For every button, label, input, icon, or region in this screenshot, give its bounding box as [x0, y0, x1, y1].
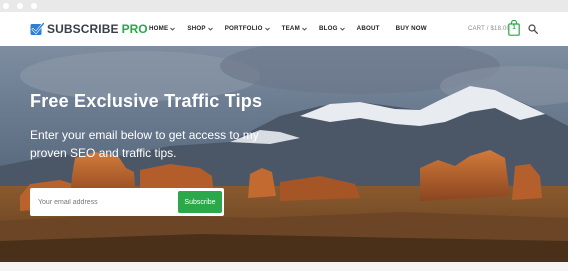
nav-item-label: TEAM	[281, 25, 300, 32]
nav-item-home[interactable]: HOME	[149, 25, 176, 32]
brand-name: SUBSCRIBE	[47, 22, 119, 36]
window-dot	[3, 3, 9, 9]
subscribe-form: Subscribe	[30, 188, 224, 216]
checkbox-icon	[30, 22, 44, 35]
nav-item-label: PORTFOLIO	[224, 25, 263, 32]
main-nav: HOME SHOP PORTFOLIO TEAM BLOG ABOUT BUY …	[149, 25, 439, 32]
nav-item-portfolio[interactable]: PORTFOLIO	[225, 25, 270, 32]
nav-item-shop[interactable]: SHOP	[187, 25, 213, 32]
brand-suffix: PRO	[121, 22, 148, 36]
window-dot	[17, 3, 23, 9]
subscribe-button[interactable]: Subscribe	[178, 191, 222, 213]
nav-item-label: SHOP	[187, 25, 206, 32]
chevron-down-icon	[207, 27, 213, 31]
browser-chrome	[0, 0, 568, 12]
chevron-down-icon	[170, 27, 176, 31]
chevron-down-icon	[302, 27, 307, 31]
email-field[interactable]	[30, 188, 176, 216]
nav-item-label: ABOUT	[356, 25, 380, 32]
nav-item-blog[interactable]: BLOG	[319, 25, 345, 32]
nav-item-team[interactable]: TEAM	[282, 25, 307, 32]
chevron-down-icon	[264, 27, 270, 31]
cart-count-badge: 1	[512, 25, 516, 31]
hero-subtitle: Enter your email below to get access to …	[30, 128, 259, 160]
search-icon[interactable]	[528, 24, 538, 34]
site-logo[interactable]: SUBSCRIBE PRO	[30, 21, 148, 37]
chevron-down-icon	[339, 27, 345, 31]
nav-item-buy-now[interactable]: BUY NOW	[396, 25, 427, 32]
site-header: SUBSCRIBE PRO HOME SHOP PORTFOLIO TEAM B…	[0, 12, 568, 46]
nav-item-about[interactable]: ABOUT	[357, 25, 380, 32]
cart-link[interactable]: CART / $18.00	[468, 26, 510, 32]
nav-item-label: BLOG	[318, 25, 338, 32]
nav-item-label: BUY NOW	[395, 25, 427, 32]
hero-title: Free Exclusive Traffic Tips	[30, 91, 263, 111]
nav-item-label: HOME	[149, 25, 169, 32]
window-dot	[31, 3, 37, 9]
page-bottom-strip	[0, 262, 568, 271]
hero-section: Free Exclusive Traffic Tips Enter your e…	[0, 46, 568, 262]
